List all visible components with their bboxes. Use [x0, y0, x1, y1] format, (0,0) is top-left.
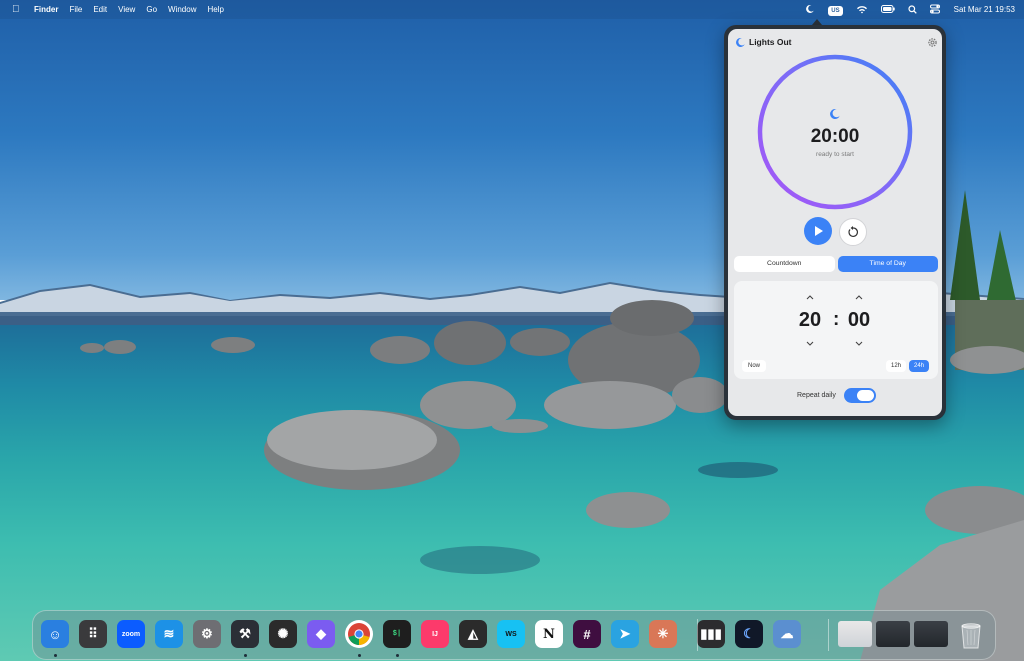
docker-icon[interactable]: ≋: [155, 620, 183, 648]
control-center-icon[interactable]: [929, 0, 940, 19]
intellij-icon[interactable]: IJ: [421, 620, 449, 648]
mode-countdown-tab[interactable]: Countdown: [734, 256, 835, 272]
keyboard-input-menu[interactable]: US: [828, 0, 843, 19]
webstorm-icon[interactable]: WS: [497, 620, 525, 648]
slack-icon[interactable]: #: [573, 620, 601, 648]
play-icon: [815, 226, 823, 236]
linear-icon[interactable]: ◆: [307, 620, 335, 648]
apple-menu-icon[interactable]: : [12, 4, 26, 15]
format-12h-button[interactable]: 12h: [886, 360, 906, 372]
menu-help[interactable]: Help: [207, 5, 223, 14]
hour-value[interactable]: 20: [790, 309, 830, 332]
timer-status: ready to start: [816, 151, 854, 158]
timer-display: 20:00: [810, 126, 860, 147]
keyboard-layout-badge: US: [828, 6, 843, 16]
cursor-icon[interactable]: ◭: [459, 620, 487, 648]
system-settings-icon[interactable]: ⚙: [193, 620, 221, 648]
chatgpt-icon[interactable]: ✺: [269, 620, 297, 648]
lights-out-popover: Lights Out 20:00 ready to start Countdow…: [724, 25, 946, 420]
minimized-window-xcode-2[interactable]: [914, 621, 948, 647]
menu-bar-clock[interactable]: Sat Mar 21 19:53: [954, 0, 1015, 19]
start-button[interactable]: [804, 217, 832, 245]
dock-separator: [697, 619, 698, 651]
menu-go[interactable]: Go: [146, 5, 157, 14]
reset-icon: [848, 226, 859, 237]
launchpad-icon[interactable]: ⠿: [79, 620, 107, 648]
lights-out-status-icon[interactable]: [805, 0, 815, 19]
chrome-icon[interactable]: [345, 620, 373, 648]
mode-time-of-day-tab[interactable]: Time of Day: [837, 256, 938, 272]
ring-moon-icon: [830, 108, 840, 119]
menu-view[interactable]: View: [118, 5, 135, 14]
menu-window[interactable]: Window: [168, 5, 196, 14]
repeat-daily-label: Repeat daily: [797, 392, 836, 399]
moon-icon: [736, 37, 745, 47]
weather-icon[interactable]: ☁: [773, 620, 801, 648]
finder-icon[interactable]: ☺: [41, 620, 69, 648]
running-indicator: [54, 654, 57, 657]
minimized-window-xcode[interactable]: [876, 621, 910, 647]
istat-menus-icon[interactable]: ▮▮▮: [697, 620, 725, 648]
notion-icon[interactable]: N: [535, 620, 563, 648]
xcode-tools-icon[interactable]: ⚒: [231, 620, 259, 648]
toggle-knob: [857, 390, 874, 401]
hour-decrement-chevron-down-icon[interactable]: [805, 340, 815, 348]
terminal-icon[interactable]: $|: [383, 620, 411, 648]
lights-out-icon[interactable]: ☾: [735, 620, 763, 648]
spotlight-search-icon[interactable]: [908, 0, 917, 19]
hour-increment-chevron-up-icon[interactable]: [805, 293, 815, 301]
running-indicator: [244, 654, 247, 657]
battery-icon[interactable]: [880, 0, 895, 19]
minimized-window-chrome[interactable]: [838, 621, 872, 647]
zoom-icon[interactable]: zoom: [117, 620, 145, 648]
popover-title: Lights Out: [749, 37, 792, 47]
app-menu[interactable]: Finder: [34, 5, 58, 14]
wifi-icon[interactable]: [856, 0, 868, 19]
running-indicator: [358, 654, 361, 657]
menu-edit[interactable]: Edit: [93, 5, 107, 14]
dock-separator: [828, 619, 829, 651]
menu-bar:  Finder File Edit View Go Window Help U…: [0, 0, 1024, 19]
claude-icon[interactable]: ✳: [649, 620, 677, 648]
telegram-icon[interactable]: ➤: [611, 620, 639, 648]
running-indicator: [396, 654, 399, 657]
mode-segmented-control: Countdown Time of Day: [734, 256, 938, 272]
time-picker: 20 : 00 Now 12h 24h: [734, 281, 938, 379]
minute-decrement-chevron-down-icon[interactable]: [854, 340, 864, 348]
minute-increment-chevron-up-icon[interactable]: [854, 293, 864, 301]
dock: ☺ ⠿ zoom ≋ ⚙ ⚒ ✺ ◆ $| IJ ◭ WS N # ➤ ✳ ▮▮▮ ☾ ☁: [32, 610, 996, 660]
trash-icon[interactable]: [957, 620, 985, 650]
now-button[interactable]: Now: [742, 360, 767, 372]
menu-file[interactable]: File: [69, 5, 82, 14]
popover-header: Lights Out: [728, 29, 942, 55]
minute-value[interactable]: 00: [839, 309, 879, 332]
reset-button[interactable]: [839, 218, 867, 246]
repeat-daily-toggle[interactable]: [844, 388, 876, 403]
settings-gear-icon[interactable]: [927, 37, 938, 48]
popover-content: Lights Out 20:00 ready to start Countdow…: [728, 29, 942, 416]
format-24h-button[interactable]: 24h: [909, 360, 929, 372]
